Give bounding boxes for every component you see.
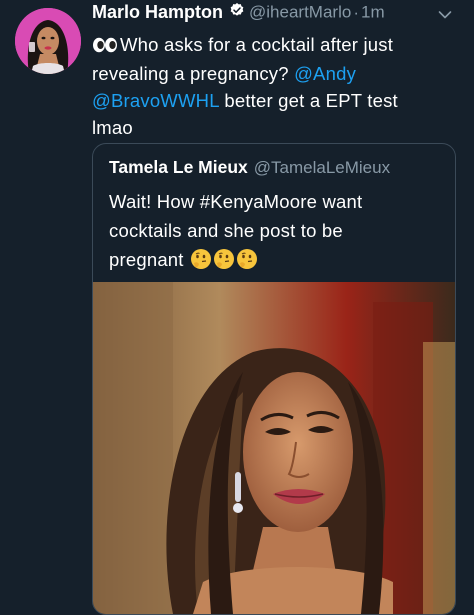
- tweet-text: Who asks for a cocktail after just revea…: [92, 31, 462, 141]
- tweet-text-line: Who asks for a cocktail after just: [92, 31, 462, 60]
- tweet-text-line: revealing a pregnancy? @Andy: [92, 60, 462, 87]
- tweet-text-segment: revealing a pregnancy?: [92, 63, 295, 84]
- tweet-text-segment: lmao: [92, 117, 133, 138]
- quoted-author-handle: @TamelaLeMieux: [253, 158, 391, 177]
- quoted-text-segment: pregnant: [109, 249, 184, 270]
- quoted-tweet-media-image[interactable]: [93, 282, 455, 614]
- verified-badge-icon: [229, 2, 245, 23]
- tweet[interactable]: Marlo Hampton @iheartMarlo · 1m Who asks fo…: [0, 0, 474, 615]
- thinking-face-emoji-icon: [213, 248, 235, 278]
- timestamp[interactable]: 1m: [361, 3, 385, 22]
- separator-dot: ·: [353, 2, 359, 22]
- quoted-tweet-text: Wait! How #KenyaMoore want cocktails and…: [109, 187, 444, 278]
- quoted-tweet-header: Tamela Le Mieux @TamelaLeMieux: [109, 157, 390, 178]
- tweet-header: Marlo Hampton @iheartMarlo · 1m: [92, 2, 464, 26]
- tweet-text-segment: better get a EPT test: [219, 90, 398, 111]
- quoted-tweet-card[interactable]: Tamela Le Mieux @TamelaLeMieux Wait! How …: [92, 143, 456, 615]
- tweet-text-line: @BravoWWHL better get a EPT test: [92, 87, 462, 114]
- quoted-author-name: Tamela Le Mieux: [109, 157, 248, 177]
- chevron-down-icon[interactable]: [438, 8, 452, 20]
- eyes-emoji-icon: [92, 33, 118, 60]
- tweet-text-segment: Who asks for a cocktail after just: [120, 34, 394, 55]
- author-handle[interactable]: @iheartMarlo: [249, 3, 351, 22]
- quoted-text-line: Wait! How #KenyaMoore want: [109, 191, 363, 212]
- quoted-text-line: pregnant: [109, 245, 444, 278]
- thinking-face-emoji-icon: [236, 248, 258, 278]
- author-name[interactable]: Marlo Hampton: [92, 2, 223, 22]
- quoted-text-line: cocktails and she post to be: [109, 220, 343, 241]
- thinking-face-emoji-icon: [190, 248, 212, 278]
- author-avatar[interactable]: [15, 8, 81, 74]
- mention-link-andy[interactable]: @Andy: [294, 63, 356, 84]
- mention-link-bravowwhl[interactable]: @BravoWWHL: [92, 90, 219, 111]
- tweet-text-line: lmao: [92, 114, 462, 141]
